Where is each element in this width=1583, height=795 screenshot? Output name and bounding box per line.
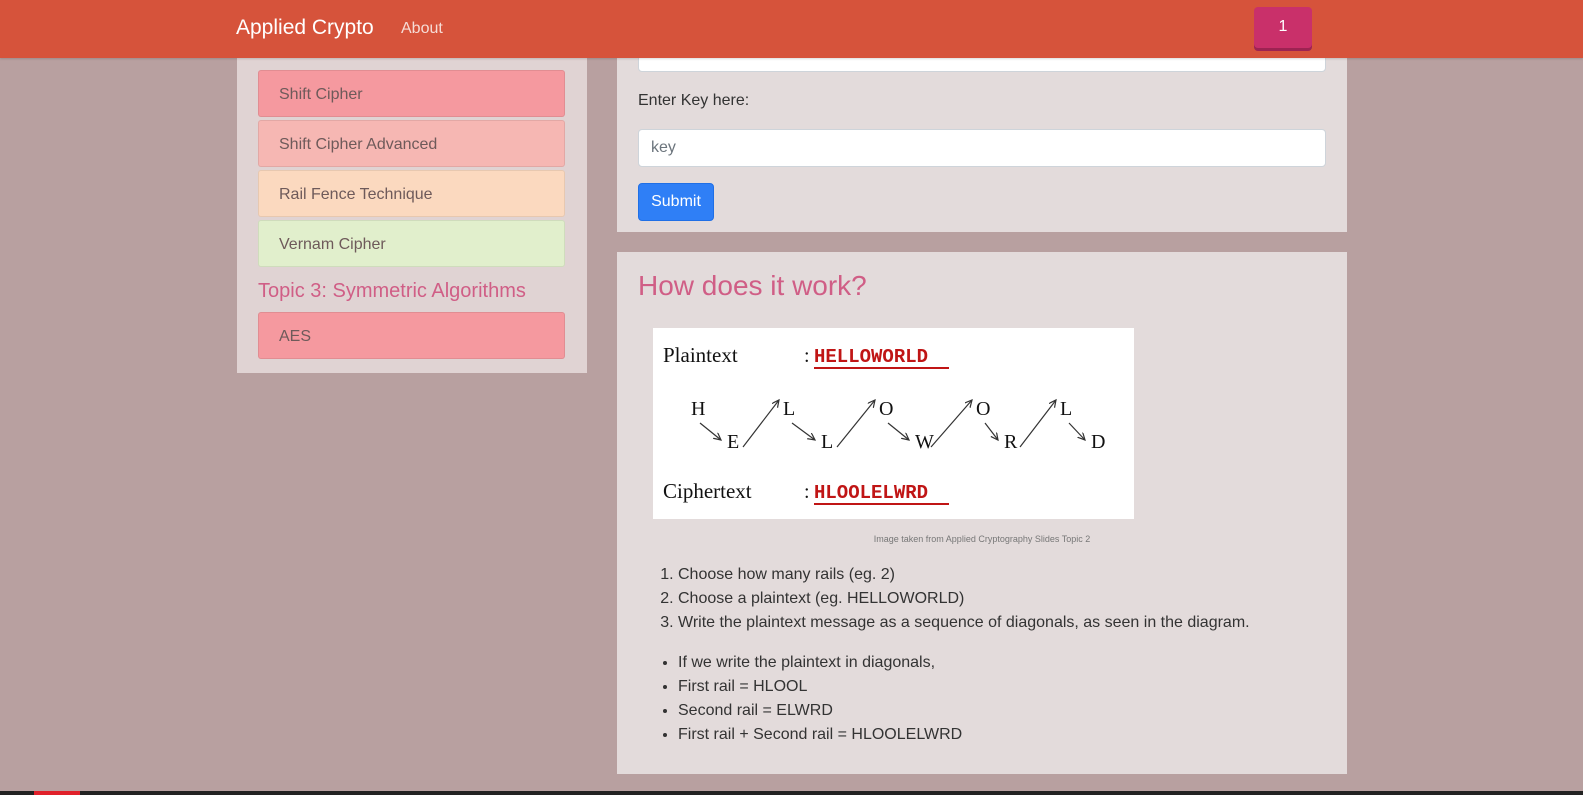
rail-letter: L [783, 398, 795, 420]
key-label: Enter Key here: [638, 92, 750, 109]
diagram-caption: Image taken from Applied Cryptography Sl… [873, 534, 1091, 544]
sidebar-item-aes[interactable]: AES [258, 312, 565, 359]
list-item: Choose a plaintext (eg. HELLOWORLD) [678, 587, 1250, 611]
plaintext-colon: : [804, 345, 810, 367]
list-item: First rail = HLOOL [678, 675, 962, 699]
rail-letter: D [1091, 431, 1105, 453]
rail-fence-diagram: Plaintext : Ciphertext : HELLOWORLD HLOO… [653, 328, 1134, 519]
list-item: First rail + Second rail = HLOOLELWRD [678, 723, 962, 747]
sidebar-item-label: Shift Cipher [279, 86, 363, 103]
rail-arrow [887, 422, 909, 440]
key-input[interactable] [638, 129, 1326, 167]
ciphertext-value: HLOOLELWRD [814, 482, 928, 504]
rail-arrow [742, 400, 779, 448]
sidebar-item-label: Vernam Cipher [279, 236, 386, 253]
brand-link[interactable]: Applied Crypto [236, 16, 374, 40]
list-item: Write the plaintext message as a sequenc… [678, 611, 1250, 635]
rail-letter: R [1004, 431, 1018, 453]
how-it-works-title: How does it work? [638, 270, 867, 301]
rail-arrow [930, 400, 972, 448]
plaintext-label: Plaintext [663, 343, 738, 367]
list-item: If we write the plaintext in diagonals, [678, 651, 962, 675]
explanation-list: If we write the plaintext in diagonals, … [638, 651, 962, 747]
rail-arrow [1068, 422, 1085, 440]
rail-letter: H [691, 398, 705, 420]
navbar: Applied Crypto About 1 [0, 0, 1583, 58]
bottom-red-mark [34, 791, 80, 795]
rail-letter: W [915, 431, 934, 453]
ciphertext-colon: : [804, 481, 810, 503]
sidebar-item-label: Rail Fence Technique [279, 186, 433, 203]
rail-letter: L [821, 431, 833, 453]
rail-letter: E [727, 431, 739, 453]
sidebar-item-shift-cipher[interactable]: Shift Cipher [258, 70, 565, 117]
sidebar-item-vernam-cipher[interactable]: Vernam Cipher [258, 220, 565, 267]
rail-letter: O [879, 398, 893, 420]
rail-arrow [836, 400, 875, 448]
rail-arrow [984, 422, 998, 440]
ciphertext-label: Ciphertext [663, 479, 752, 503]
sidebar-item-rail-fence[interactable]: Rail Fence Technique [258, 170, 565, 217]
topic-3-heading: Topic 3: Symmetric Algorithms [258, 280, 526, 302]
steps-list: Choose how many rails (eg. 2) Choose a p… [638, 563, 1250, 635]
rail-arrow [699, 422, 721, 440]
user-badge-button[interactable]: 1 [1254, 7, 1312, 48]
sidebar-item-shift-cipher-advanced[interactable]: Shift Cipher Advanced [258, 120, 565, 167]
rail-arrow [1019, 400, 1056, 448]
rail-arrow [791, 422, 815, 440]
bottom-bar [0, 791, 1583, 795]
plaintext-value: HELLOWORLD [814, 346, 928, 368]
rail-letter: L [1060, 398, 1072, 420]
rail-fence-diagram-svg: Plaintext : Ciphertext : HELLOWORLD HLOO… [663, 343, 1105, 505]
rail-letter: O [976, 398, 990, 420]
list-item: Second rail = ELWRD [678, 699, 962, 723]
sidebar-item-label: AES [279, 328, 312, 345]
nav-about-link[interactable]: About [401, 20, 443, 38]
list-item: Choose how many rails (eg. 2) [678, 563, 1250, 587]
submit-button[interactable]: Submit [638, 183, 714, 221]
sidebar-item-label: Shift Cipher Advanced [279, 136, 438, 153]
